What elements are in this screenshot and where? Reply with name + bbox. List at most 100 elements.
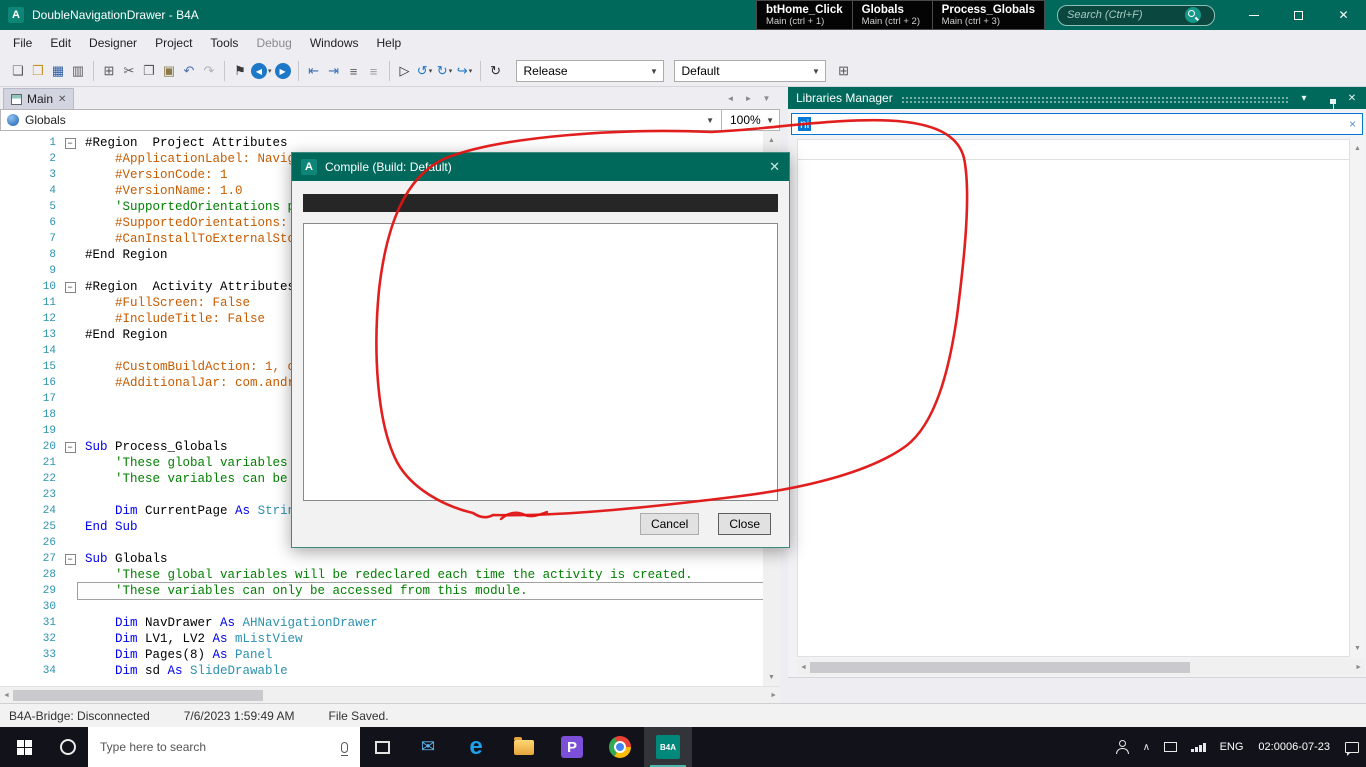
taskbar-app-mail[interactable]: ✉	[404, 727, 452, 767]
copy-icon[interactable]: ❐	[139, 60, 159, 82]
build-configuration-select[interactable]: Release ▼	[516, 60, 664, 82]
code-line: 28 'These global variables will be redec…	[0, 567, 763, 583]
fold-toggle-icon[interactable]: −	[65, 554, 76, 565]
scroll-down-icon[interactable]: ▼	[1354, 641, 1361, 655]
open-project-icon[interactable]: ❒	[28, 60, 48, 82]
fold-toggle-icon[interactable]: −	[65, 138, 76, 149]
line-text: Dim LV1, LV2 As mListView	[78, 631, 763, 647]
scroll-right-icon[interactable]: ►	[1355, 660, 1362, 674]
cancel-button[interactable]: Cancel	[640, 513, 699, 535]
fold-toggle-icon[interactable]: −	[65, 442, 76, 453]
search-icon[interactable]	[1185, 7, 1201, 23]
close-panel-icon[interactable]: ✕	[1344, 93, 1360, 104]
language-indicator[interactable]: ENG	[1213, 727, 1251, 767]
quick-tab-sub: Main (ctrl + 3)	[942, 16, 1035, 27]
save-icon[interactable]: ▦	[48, 60, 68, 82]
new-project-icon[interactable]: ❏	[8, 60, 28, 82]
show-hidden-icons-button[interactable]: ∧	[1136, 727, 1157, 767]
tab-main[interactable]: Main ✕	[3, 88, 74, 109]
navigate-forward-icon[interactable]: ▶	[273, 60, 293, 82]
comment-icon[interactable]: ≡	[344, 60, 364, 82]
menu-tools[interactable]: Tools	[201, 32, 247, 54]
scroll-thumb[interactable]	[810, 662, 1190, 673]
libraries-search-input[interactable]: ni ×	[791, 113, 1363, 135]
close-tab-icon[interactable]: ✕	[58, 94, 66, 105]
libraries-vertical-scrollbar[interactable]: ▲ ▼	[1350, 139, 1365, 657]
ide-search-input[interactable]	[1067, 9, 1185, 21]
clear-search-icon[interactable]: ×	[1349, 117, 1356, 131]
network-button[interactable]	[1184, 727, 1213, 767]
taskbar-app-p[interactable]: P	[548, 727, 596, 767]
visual-designer-icon[interactable]: ⊞	[834, 60, 854, 82]
redo-icon[interactable]: ↷	[199, 60, 219, 82]
close-dialog-icon[interactable]: ✕	[769, 159, 780, 175]
menu-windows[interactable]: Windows	[301, 32, 368, 54]
editor-horizontal-scrollbar[interactable]: ◄ ►	[0, 686, 780, 703]
minimize-button[interactable]	[1231, 0, 1276, 30]
task-view-button[interactable]	[360, 727, 404, 767]
taskbar-search-input[interactable]	[100, 740, 300, 754]
indent-icon[interactable]: ⇥	[324, 60, 344, 82]
scroll-left-icon[interactable]: ◄	[800, 660, 807, 674]
action-center-button[interactable]	[1338, 727, 1366, 767]
ide-search[interactable]	[1057, 5, 1215, 26]
taskbar-app-edge[interactable]: e	[452, 727, 500, 767]
scroll-up-icon[interactable]: ▲	[1354, 141, 1361, 155]
undo-icon[interactable]: ↶	[179, 60, 199, 82]
close-button[interactable]: ✕	[1321, 0, 1366, 30]
screen: A DoubleNavigationDrawer - B4A btHome_Cl…	[0, 0, 1366, 767]
layout-variant-select[interactable]: Default ▼	[674, 60, 826, 82]
editor-zoom-select[interactable]: 100% ▼	[721, 110, 779, 130]
window-position-icon[interactable]: ▾	[1296, 93, 1312, 104]
tab-list-icon[interactable]: ▼	[759, 90, 774, 106]
run-icon[interactable]: ▷	[395, 60, 415, 82]
taskbar-search[interactable]	[88, 727, 360, 767]
start-button[interactable]	[0, 727, 48, 767]
navigate-back-icon[interactable]: ◀▾	[250, 60, 273, 82]
menu-debug[interactable]: Debug	[247, 32, 300, 54]
jump-to-sub-icon[interactable]: ↺▾	[415, 60, 435, 82]
save-all-icon[interactable]: ▥	[68, 60, 88, 82]
menu-help[interactable]: Help	[368, 32, 411, 54]
pc-status-button[interactable]	[1157, 727, 1184, 767]
quick-tab-globals[interactable]: GlobalsMain (ctrl + 2)	[853, 0, 933, 30]
tab-scroll-right-icon[interactable]: ►	[741, 90, 756, 106]
quick-tab-process-globals[interactable]: Process_GlobalsMain (ctrl + 3)	[933, 0, 1045, 30]
scroll-left-icon[interactable]: ◄	[3, 688, 10, 702]
scroll-up-icon[interactable]: ▲	[768, 133, 775, 147]
bookmark-icon[interactable]: ⚑	[230, 60, 250, 82]
scroll-right-icon[interactable]: ►	[770, 688, 777, 702]
jump-back-icon[interactable]: ↻▾	[435, 60, 455, 82]
menu-edit[interactable]: Edit	[41, 32, 80, 54]
microphone-icon[interactable]	[341, 742, 348, 753]
scroll-track[interactable]	[13, 690, 767, 701]
scroll-thumb[interactable]	[13, 690, 263, 701]
cut-icon[interactable]: ✂	[119, 60, 139, 82]
taskbar-app-chrome[interactable]	[596, 727, 644, 767]
fold-toggle-icon[interactable]: −	[65, 282, 76, 293]
menu-designer[interactable]: Designer	[80, 32, 146, 54]
uncomment-icon[interactable]: ≡	[364, 60, 384, 82]
paste-icon[interactable]: ▣	[159, 60, 179, 82]
compile-dialog-titlebar[interactable]: A Compile (Build: Default) ✕	[292, 153, 789, 181]
taskbar-app-b4a[interactable]: B4A	[644, 727, 692, 767]
scroll-down-icon[interactable]: ▼	[768, 670, 775, 684]
people-button[interactable]	[1108, 727, 1136, 767]
clock[interactable]: 02:00 06-07-23	[1250, 727, 1338, 767]
scroll-track[interactable]	[810, 662, 1352, 673]
taskbar-app-file-explorer[interactable]	[500, 727, 548, 767]
chevron-down-icon: ▼	[808, 67, 825, 76]
cortana-button[interactable]	[48, 727, 88, 767]
menu-project[interactable]: Project	[146, 32, 201, 54]
outdent-icon[interactable]: ⇤	[304, 60, 324, 82]
jump-forward-icon[interactable]: ↪▾	[455, 60, 475, 82]
libraries-horizontal-scrollbar[interactable]: ◄ ►	[797, 659, 1365, 675]
designer-icon[interactable]: ⊞	[99, 60, 119, 82]
sub-navigator-dropdown[interactable]: Globals ▼	[1, 110, 721, 130]
maximize-button[interactable]	[1276, 0, 1321, 30]
menu-file[interactable]: File	[4, 32, 41, 54]
clean-project-icon[interactable]: ↻	[486, 60, 506, 82]
tab-scroll-left-icon[interactable]: ◄	[723, 90, 738, 106]
close-dialog-button[interactable]: Close	[718, 513, 771, 535]
quick-tab-bthome-click[interactable]: btHome_ClickMain (ctrl + 1)	[756, 0, 853, 30]
